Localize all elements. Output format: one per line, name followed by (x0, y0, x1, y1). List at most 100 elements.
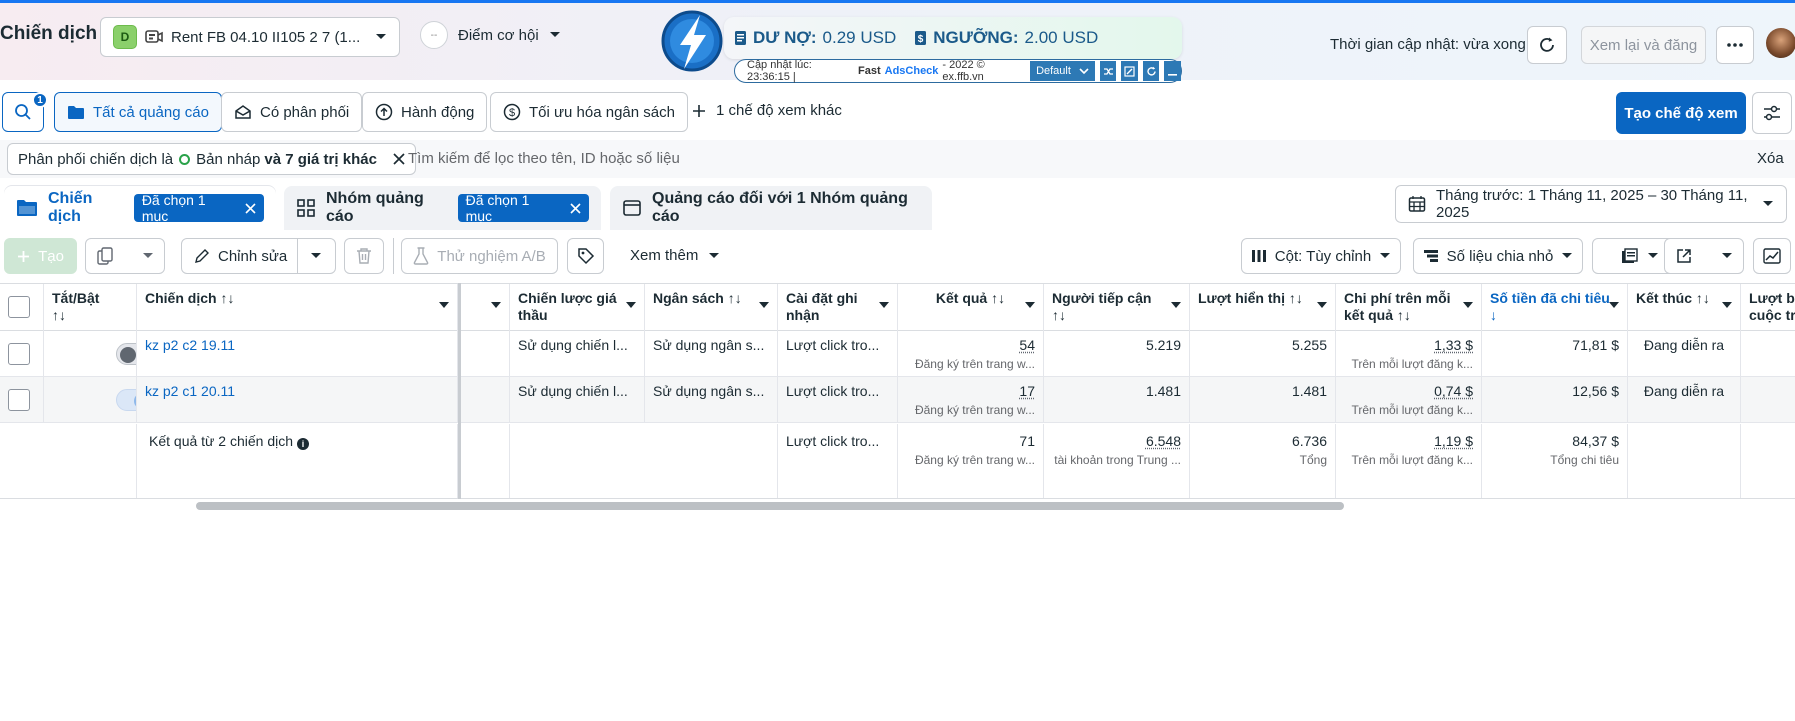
tag-button[interactable] (567, 238, 604, 274)
filter-chip[interactable]: Phân phối chiến dịch là Bản nháp và 7 gi… (7, 143, 416, 175)
sort-icon[interactable]: ↑↓ (1397, 307, 1411, 323)
date-range-picker[interactable]: Tháng trước: 1 Tháng 11, 2025 – 30 Tháng… (1395, 185, 1787, 223)
frozen-column-divider[interactable] (458, 283, 461, 499)
edit-icon[interactable] (1121, 61, 1138, 81)
sort-icon[interactable]: ↑↓ (1052, 307, 1066, 323)
columns-button[interactable]: Cột: Tùy chỉnh (1241, 238, 1401, 274)
caret-down-icon[interactable] (1463, 302, 1473, 308)
info-icon[interactable]: i (297, 438, 310, 450)
row-cpr-cell: 1,33 $ Trên mỗi lượt đăng k... (1336, 331, 1482, 376)
totals-reach-value[interactable]: 6.548 (1146, 433, 1181, 449)
refresh-icon[interactable] (1142, 61, 1160, 81)
column-header-bid-strategy-label: Chiến lược giá thầu (518, 290, 617, 323)
results-value[interactable]: 17 (1019, 383, 1035, 399)
caret-down-icon[interactable] (1609, 302, 1619, 308)
tab-delivering-label: Có phân phối (260, 103, 350, 121)
tab-ad-sets[interactable]: Nhóm quảng cáo Đã chọn 1 mục (284, 186, 601, 230)
caret-down-icon[interactable] (1171, 302, 1181, 308)
sort-icon[interactable]: ↑↓ (1696, 290, 1710, 306)
tab-actions[interactable]: Hành động (362, 92, 488, 132)
cpr-value[interactable]: 1,33 $ (1434, 337, 1473, 353)
ab-test-button[interactable]: Thử nghiệm A/B (401, 238, 558, 274)
adset-selection-badge[interactable]: Đã chọn 1 mục (457, 192, 589, 224)
row-end-cell: Đang diễn ra (1628, 331, 1741, 376)
table-row[interactable]: kz p2 c1 20.11 Sử dụng chiến l... Sử dụn… (0, 377, 1795, 423)
tab-campaigns[interactable]: Chiến dịch Đã chọn 1 mục (4, 186, 276, 230)
shuffle-icon[interactable] (1099, 61, 1117, 81)
select-all-checkbox[interactable] (8, 296, 30, 318)
column-header-toggle[interactable]: Tắt/Bật ↑↓ (44, 284, 137, 332)
campaign-toggle[interactable] (116, 389, 136, 411)
avatar[interactable] (1766, 28, 1795, 58)
campaign-name-link[interactable]: kz p2 c1 20.11 (145, 383, 235, 399)
caret-down-icon[interactable] (626, 302, 636, 308)
sort-desc-icon[interactable]: ↓ (1490, 307, 1497, 323)
close-icon[interactable] (393, 153, 405, 165)
chevron-down-icon[interactable] (142, 252, 154, 260)
sort-icon[interactable]: ↑↓ (728, 290, 742, 306)
more-options-button[interactable] (1716, 26, 1754, 64)
caret-down-icon[interactable] (1722, 302, 1732, 308)
delete-button[interactable] (344, 238, 384, 274)
column-header-results[interactable]: Kết quả ↑↓ (898, 284, 1044, 332)
opportunity-score[interactable]: -- Điểm cơ hội (420, 21, 561, 49)
account-selector[interactable]: D Rent FB 04.10 II105 2 7 (1... (100, 17, 400, 57)
caret-down-icon[interactable] (439, 302, 449, 308)
row-checkbox[interactable] (8, 343, 30, 365)
close-icon[interactable] (570, 202, 581, 214)
review-publish-button[interactable]: Xem lại và đăng (1581, 26, 1706, 64)
column-header-budget[interactable]: Ngân sách ↑↓ (645, 284, 778, 332)
view-settings-button[interactable] (1752, 92, 1792, 134)
refresh-button[interactable] (1527, 26, 1567, 64)
chevron-down-icon (549, 31, 561, 39)
charts-button[interactable] (1753, 238, 1791, 274)
campaign-selection-badge[interactable]: Đã chọn 1 mục (133, 192, 264, 224)
horizontal-scrollbar[interactable] (196, 502, 1344, 510)
chevron-down-icon[interactable] (310, 252, 322, 260)
mode-select[interactable]: Default (1030, 61, 1095, 81)
sort-icon[interactable]: ↑↓ (991, 290, 1005, 306)
breakdown-button[interactable]: Số liệu chia nhỏ (1413, 238, 1583, 274)
clear-filters-link[interactable]: Xóa (1757, 150, 1784, 167)
create-view-button[interactable]: Tạo chế độ xem (1616, 92, 1746, 134)
campaign-name-link[interactable]: kz p2 c2 19.11 (145, 337, 235, 353)
column-header-impressions[interactable]: Lượt hiển thị ↑↓ (1190, 284, 1336, 332)
sort-icon[interactable]: ↑↓ (220, 290, 234, 306)
campaign-toggle[interactable] (116, 343, 136, 365)
sort-icon[interactable]: ↑↓ (1289, 290, 1303, 306)
column-header-last[interactable]: Lượt b cuộc tr (1741, 284, 1795, 332)
results-value[interactable]: 54 (1019, 337, 1035, 353)
tab-delivering[interactable]: Có phân phối (221, 92, 363, 132)
column-header-amount-spent[interactable]: Số tiền đã chi tiêu ↓ (1482, 284, 1628, 332)
tab-ads[interactable]: Quảng cáo đối với 1 Nhóm quảng cáo (610, 186, 932, 230)
filter-search-input[interactable]: Tìm kiếm để lọc theo tên, ID hoặc số liệ… (408, 150, 680, 167)
column-header-attribution[interactable]: Cài đặt ghi nhận (778, 284, 898, 332)
minimize-icon[interactable] (1164, 61, 1181, 81)
caret-down-icon[interactable] (1317, 302, 1327, 308)
table-row[interactable]: kz p2 c2 19.11 Sử dụng chiến l... Sử dụn… (0, 331, 1795, 377)
tab-all-ads[interactable]: Tất cả quảng cáo (54, 92, 222, 132)
totals-cpr-value[interactable]: 1,19 $ (1434, 433, 1473, 449)
caret-down-icon[interactable] (491, 302, 501, 308)
cpr-value[interactable]: 0,74 $ (1434, 383, 1473, 399)
export-button[interactable] (1664, 238, 1744, 274)
column-header-hidden[interactable] (461, 284, 510, 332)
row-checkbox[interactable] (8, 389, 30, 411)
caret-down-icon[interactable] (759, 302, 769, 308)
chevron-down-icon[interactable] (1721, 252, 1733, 260)
sort-icon[interactable]: ↑↓ (52, 307, 66, 323)
column-header-bid-strategy[interactable]: Chiến lược giá thầu (510, 284, 645, 332)
close-icon[interactable] (245, 202, 256, 214)
column-header-campaign[interactable]: Chiến dịch ↑↓ (137, 284, 458, 332)
column-header-reach[interactable]: Người tiếp cận ↑↓ (1044, 284, 1190, 332)
more-views-button[interactable]: 1 chế độ xem khác (692, 102, 842, 119)
see-more-button[interactable]: Xem thêm (630, 247, 720, 264)
create-button[interactable]: Tạo (4, 238, 77, 274)
column-header-end[interactable]: Kết thúc ↑↓ (1628, 284, 1741, 332)
breakdown-icon (1423, 249, 1439, 263)
column-header-cost-per-result[interactable]: Chi phí trên mỗi kết quả ↑↓ (1336, 284, 1482, 332)
caret-down-icon[interactable] (879, 302, 889, 308)
duplicate-button[interactable] (85, 238, 165, 274)
tab-budget-optimization[interactable]: $ Tối ưu hóa ngân sách (490, 92, 688, 132)
caret-down-icon[interactable] (1025, 302, 1035, 308)
